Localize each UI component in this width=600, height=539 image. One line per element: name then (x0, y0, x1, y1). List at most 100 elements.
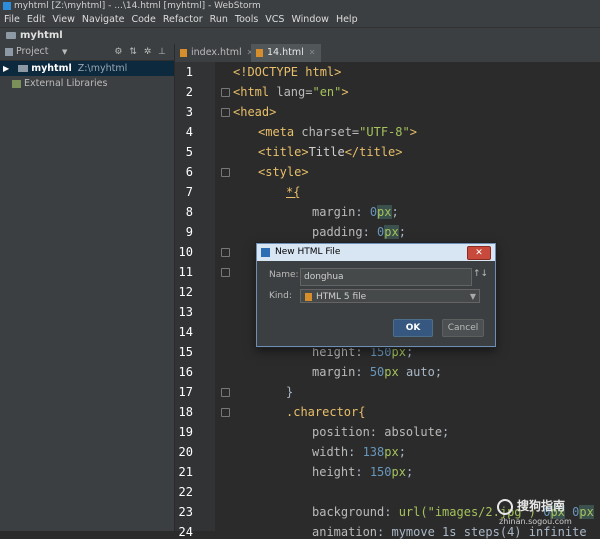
tree-item-myhtml[interactable]: ▶ myhtml Z:\myhtml (0, 61, 174, 76)
fold-marker-icon[interactable] (221, 268, 230, 277)
window-title: myhtml [Z:\myhtml] - ...\14.html [myhtml… (14, 1, 261, 11)
code-line-4: <meta charset="UTF-8"> (258, 125, 417, 139)
kind-select[interactable]: HTML 5 file ▼ (300, 289, 480, 303)
line-number: 4 (185, 125, 193, 139)
code-token: px (384, 365, 399, 379)
tree-item-path: Z:\myhtml (77, 63, 128, 74)
code-token: px (377, 205, 392, 219)
code-line-6: <style> (258, 165, 309, 179)
watermark-text: 搜狗指南 (517, 499, 566, 513)
code-token: ; (442, 425, 450, 439)
tab-14-html[interactable]: 14.html ✕ (251, 44, 322, 62)
library-icon (12, 79, 21, 88)
code-token: "UTF-8" (359, 125, 410, 139)
name-input[interactable] (300, 268, 472, 286)
code-token: padding (312, 225, 363, 239)
fold-marker-icon[interactable] (221, 408, 230, 417)
code-token: url( (398, 505, 428, 519)
code-token: { (358, 405, 366, 419)
code-token: animation (312, 525, 378, 539)
code-token: > (341, 85, 349, 99)
sort-arrows-icon[interactable]: ↑↓ (473, 269, 488, 279)
breadcrumb-project[interactable]: myhtml (20, 30, 63, 41)
menu-edit[interactable]: Edit (27, 14, 45, 25)
menu-view[interactable]: View (52, 14, 75, 25)
project-view-selector[interactable]: Project (16, 46, 49, 57)
close-icon[interactable]: ✕ (309, 48, 316, 57)
fold-marker-icon[interactable] (221, 248, 230, 257)
code-token: width (312, 445, 349, 459)
code-token: <meta (258, 125, 295, 139)
code-token: Title (308, 145, 345, 159)
menu-file[interactable]: File (4, 14, 20, 25)
menu-code[interactable]: Code (131, 14, 155, 25)
line-number: 10 (178, 245, 193, 259)
code-token: <head> (233, 105, 277, 119)
dialog-title: New HTML File (275, 247, 341, 257)
watermark-url: zhinan.sogou.com (499, 517, 572, 526)
cancel-button[interactable]: Cancel (442, 319, 484, 337)
kind-value: HTML 5 file (316, 292, 367, 302)
line-number: 24 (178, 525, 193, 539)
code-token: margin (312, 205, 356, 219)
panel-tools-icons[interactable]: ⚙ ⇅ ✲ ⊥ (114, 44, 168, 60)
menu-run[interactable]: Run (210, 14, 228, 25)
html5-file-icon (305, 293, 312, 301)
menu-window[interactable]: Window (291, 14, 328, 25)
line-number: 20 (178, 445, 193, 459)
close-button[interactable]: ✕ (467, 246, 491, 260)
code-token: </title> (344, 145, 403, 159)
code-token: ; (405, 465, 414, 479)
code-line-15: height: 150px; (312, 345, 414, 359)
kind-label: Kind: (269, 291, 292, 301)
tab-index-html[interactable]: index.html ✕ (175, 44, 259, 62)
fold-marker-icon[interactable] (221, 108, 230, 117)
line-number: 16 (178, 365, 193, 379)
code-token: px (391, 465, 406, 479)
tree-item-external-libraries[interactable]: External Libraries (0, 76, 174, 91)
code-line-21: height: 150px; (312, 465, 414, 479)
line-number: 8 (185, 205, 193, 219)
chevron-down-icon: ▼ (469, 292, 476, 301)
chevron-down-icon[interactable]: ▼ (62, 44, 67, 60)
ok-button[interactable]: OK (393, 319, 433, 337)
line-number: 21 (178, 465, 193, 479)
code-token: <style> (258, 165, 309, 179)
fold-marker-icon[interactable] (221, 168, 230, 177)
code-token: height (312, 345, 356, 359)
webstorm-app-icon (3, 2, 11, 10)
line-number: 23 (178, 505, 193, 519)
menu-navigate[interactable]: Navigate (82, 14, 125, 25)
menu-refactor[interactable]: Refactor (163, 14, 203, 25)
code-token: 150 (369, 465, 392, 479)
code-token: *{ (286, 185, 301, 199)
code-token: 138 (362, 445, 385, 459)
code-line-7: *{ (286, 185, 300, 199)
code-token: auto; (398, 365, 443, 379)
fold-marker-icon[interactable] (221, 388, 230, 397)
code-line-16: margin: 50px auto; (312, 365, 443, 379)
line-number: 2 (185, 85, 193, 99)
line-number: 6 (185, 165, 193, 179)
line-number: 17 (178, 385, 193, 399)
sogou-watermark: 搜狗指南 zhinan.sogou.com (495, 495, 600, 531)
tree-item-label: External Libraries (24, 78, 108, 89)
tree-item-label: myhtml (31, 63, 72, 74)
code-line-19: position: absolute; (312, 425, 450, 439)
menu-help[interactable]: Help (336, 14, 358, 25)
sogou-logo-icon (497, 499, 513, 515)
expand-arrow-icon[interactable]: ▶ (3, 64, 9, 73)
menu-tools[interactable]: Tools (235, 14, 258, 25)
code-token: background (312, 505, 385, 519)
menu-vcs[interactable]: VCS (265, 14, 284, 25)
project-panel-header: Project ▼ ⚙ ⇅ ✲ ⊥ (0, 44, 174, 61)
code-token: } (286, 385, 294, 399)
code-line-18: .charector{ (286, 405, 365, 419)
code-line-20: width: 138px; (312, 445, 406, 459)
code-line-9: padding: 0px; (312, 225, 406, 239)
code-token: 0 (369, 205, 378, 219)
line-number: 3 (185, 105, 193, 119)
code-line-3: <head> (233, 105, 276, 119)
fold-marker-icon[interactable] (221, 88, 230, 97)
webstorm-app-icon (261, 248, 270, 257)
